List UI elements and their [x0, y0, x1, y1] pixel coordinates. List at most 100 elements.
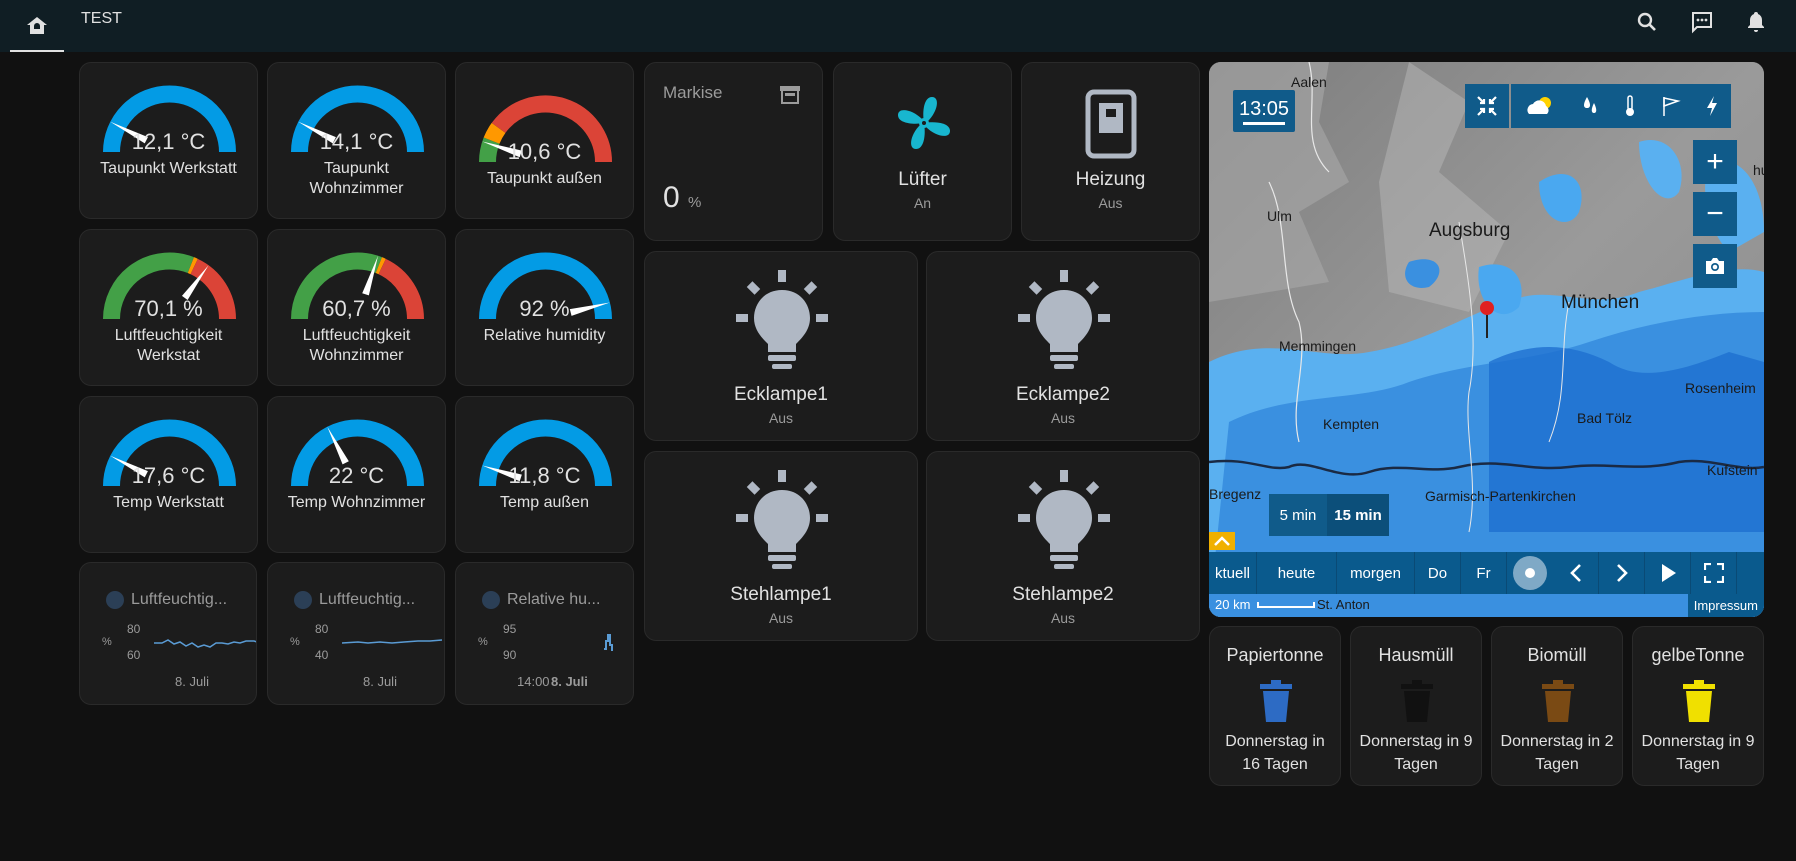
- tile-title: Heizung: [1075, 169, 1146, 190]
- gauge-value: 70,1 %: [134, 296, 203, 321]
- gauge-card[interactable]: 11,8 °C Temp außen: [455, 396, 634, 553]
- gauge-card[interactable]: 70,1 % Luftfeuchtigkeit Werkstat: [79, 229, 258, 386]
- expand-up-button[interactable]: [1209, 532, 1235, 550]
- heizung-tile[interactable]: Heizung Aus: [1021, 62, 1200, 241]
- timeline-fri[interactable]: Fr: [1461, 552, 1507, 594]
- tile-state: Aus: [768, 410, 794, 426]
- trash-name: Papiertonne: [1226, 645, 1324, 665]
- gauge-card[interactable]: 12,1 °C Taupunkt Werkstatt: [79, 62, 258, 219]
- lightbulb-icon: [736, 470, 828, 569]
- y-tick: 80: [315, 622, 329, 636]
- map-place: Aalen: [1291, 74, 1327, 90]
- svg-text:%: %: [478, 636, 488, 648]
- markise-value: 0 %: [663, 181, 702, 214]
- svg-text:%: %: [290, 636, 300, 648]
- home-tab[interactable]: [10, 0, 64, 52]
- sensor-card-luftfeuchtigkeit-wohnzimmer[interactable]: Luftfeuchtig... 80 40 % 8. Juli: [267, 562, 445, 705]
- minus-icon: −: [1706, 197, 1724, 230]
- tile-state: Aus: [1050, 610, 1076, 626]
- lamp-tile[interactable]: Ecklampe1 Aus: [644, 251, 918, 441]
- interval-5min[interactable]: 5 min: [1269, 494, 1327, 536]
- chevron-left-icon: [1569, 564, 1581, 582]
- raindrops-icon[interactable]: [1581, 95, 1599, 117]
- sensor-card-relative-humidity[interactable]: Relative hu... 95 90 % 14:00 8. Juli: [455, 562, 634, 705]
- play-button[interactable]: [1645, 552, 1691, 594]
- gauge-value: 92 %: [519, 296, 570, 321]
- y-tick: 90: [503, 648, 517, 662]
- search-button[interactable]: [1631, 6, 1663, 38]
- lamp-tile[interactable]: Ecklampe2 Aus: [926, 251, 1200, 441]
- sensor-graph: 95 90 % 14:00 8. Juli: [478, 622, 613, 689]
- lightbulb-icon: [1018, 270, 1110, 369]
- record-icon: [1513, 556, 1547, 590]
- timeline-thu[interactable]: Do: [1415, 552, 1461, 594]
- interval-15min[interactable]: 15 min: [1327, 494, 1389, 536]
- timeline-bar: ktuell heute morgen Do Fr: [1209, 552, 1764, 594]
- y-tick: 60: [127, 648, 141, 662]
- map-place: Ulm: [1267, 208, 1292, 224]
- trash-next-date: Donnerstag in 9 Tagen: [1641, 733, 1755, 773]
- radar-time-display: 13:05: [1233, 90, 1295, 132]
- markise-card[interactable]: Markise 0 %: [644, 62, 823, 241]
- trash-card[interactable]: gelbeTonne Donnerstag in 9 Tagen: [1632, 626, 1764, 786]
- bell-icon: [1748, 12, 1764, 32]
- play-icon: [1661, 564, 1676, 582]
- gauge-card[interactable]: 22 °C Temp Wohnzimmer: [267, 396, 446, 553]
- gauge-name: Temp Wohnzimmer: [287, 494, 426, 511]
- lightning-icon[interactable]: [1705, 95, 1719, 117]
- map-place: Augsburg: [1429, 220, 1511, 241]
- svg-text:%: %: [102, 636, 112, 648]
- next-button[interactable]: [1599, 552, 1645, 594]
- assist-button[interactable]: [1686, 6, 1718, 38]
- x-tick: 14:00: [517, 674, 550, 689]
- map-place: St. Anton: [1317, 597, 1370, 612]
- tile-state: Aus: [1098, 195, 1123, 211]
- gauge-card[interactable]: 10,6 °C Taupunkt außen: [455, 62, 634, 219]
- notifications-button[interactable]: [1740, 6, 1772, 38]
- gauge-value: 17,6 °C: [131, 463, 206, 488]
- timeline-current-button[interactable]: [1507, 552, 1553, 594]
- impressum-link[interactable]: Impressum: [1687, 594, 1764, 617]
- sensor-card-luftfeuchtigkeit-werkstatt[interactable]: Luftfeuchtig... 80 60 % 8. Juli: [79, 562, 257, 705]
- timeline-now[interactable]: ktuell: [1209, 552, 1257, 594]
- timeline-today[interactable]: heute: [1257, 552, 1337, 594]
- previous-button[interactable]: [1553, 552, 1599, 594]
- map-place: Kempten: [1323, 416, 1380, 432]
- scale-label: 20 km: [1215, 597, 1251, 612]
- partly-cloudy-icon[interactable]: [1523, 94, 1557, 118]
- trash-card[interactable]: Hausmüll Donnerstag in 9 Tagen: [1350, 626, 1482, 786]
- lamp-tile[interactable]: Stehlampe1 Aus: [644, 451, 918, 641]
- trash-card[interactable]: Papiertonne Donnerstag in 16 Tagen: [1209, 626, 1341, 786]
- gauge-card[interactable]: 14,1 °C Taupunkt Wohnzimmer: [267, 62, 446, 219]
- fullscreen-button[interactable]: [1691, 552, 1737, 594]
- thermometer-icon[interactable]: [1623, 94, 1637, 118]
- gauge-name: Taupunkt Wohnzimmer: [309, 160, 404, 197]
- chevron-up-icon: [1214, 536, 1230, 546]
- map-place: Bregenz: [1209, 486, 1262, 502]
- luefter-tile[interactable]: Lüfter An: [833, 62, 1012, 241]
- y-tick: 95: [503, 622, 517, 636]
- y-tick: 80: [127, 622, 141, 636]
- gauge-name: Temp außen: [500, 494, 589, 511]
- gauge-card[interactable]: 60,7 % Luftfeuchtigkeit Wohnzimmer: [267, 229, 446, 386]
- gauge-name: Taupunkt Werkstatt: [100, 160, 237, 177]
- weather-radar-map[interactable]: Aalen Ulm Augsburg München Memmingen Kem…: [1209, 62, 1764, 617]
- gauge-value: 14,1 °C: [319, 129, 394, 154]
- search-icon: [1637, 12, 1656, 31]
- screenshot-button[interactable]: [1693, 244, 1737, 288]
- view-tab-test[interactable]: TEST: [81, 10, 122, 28]
- lamp-tile[interactable]: Stehlampe2 Aus: [926, 451, 1200, 641]
- zoom-in-button[interactable]: +: [1693, 140, 1737, 184]
- gauge-card[interactable]: 17,6 °C Temp Werkstatt: [79, 396, 258, 553]
- radiator-icon: [1085, 89, 1137, 159]
- trash-next-date: Donnerstag in 16 Tagen: [1225, 733, 1325, 773]
- collapse-button[interactable]: [1465, 84, 1509, 128]
- gauge-card[interactable]: 92 % Relative humidity: [455, 229, 634, 386]
- plus-icon: +: [1706, 145, 1724, 178]
- map-place: München: [1561, 292, 1640, 313]
- timeline-tomorrow[interactable]: morgen: [1337, 552, 1415, 594]
- trash-card[interactable]: Biomüll Donnerstag in 2 Tagen: [1491, 626, 1623, 786]
- wind-flag-icon[interactable]: [1661, 95, 1681, 117]
- map-place: Garmisch-Partenkirchen: [1425, 488, 1576, 504]
- zoom-out-button[interactable]: −: [1693, 192, 1737, 236]
